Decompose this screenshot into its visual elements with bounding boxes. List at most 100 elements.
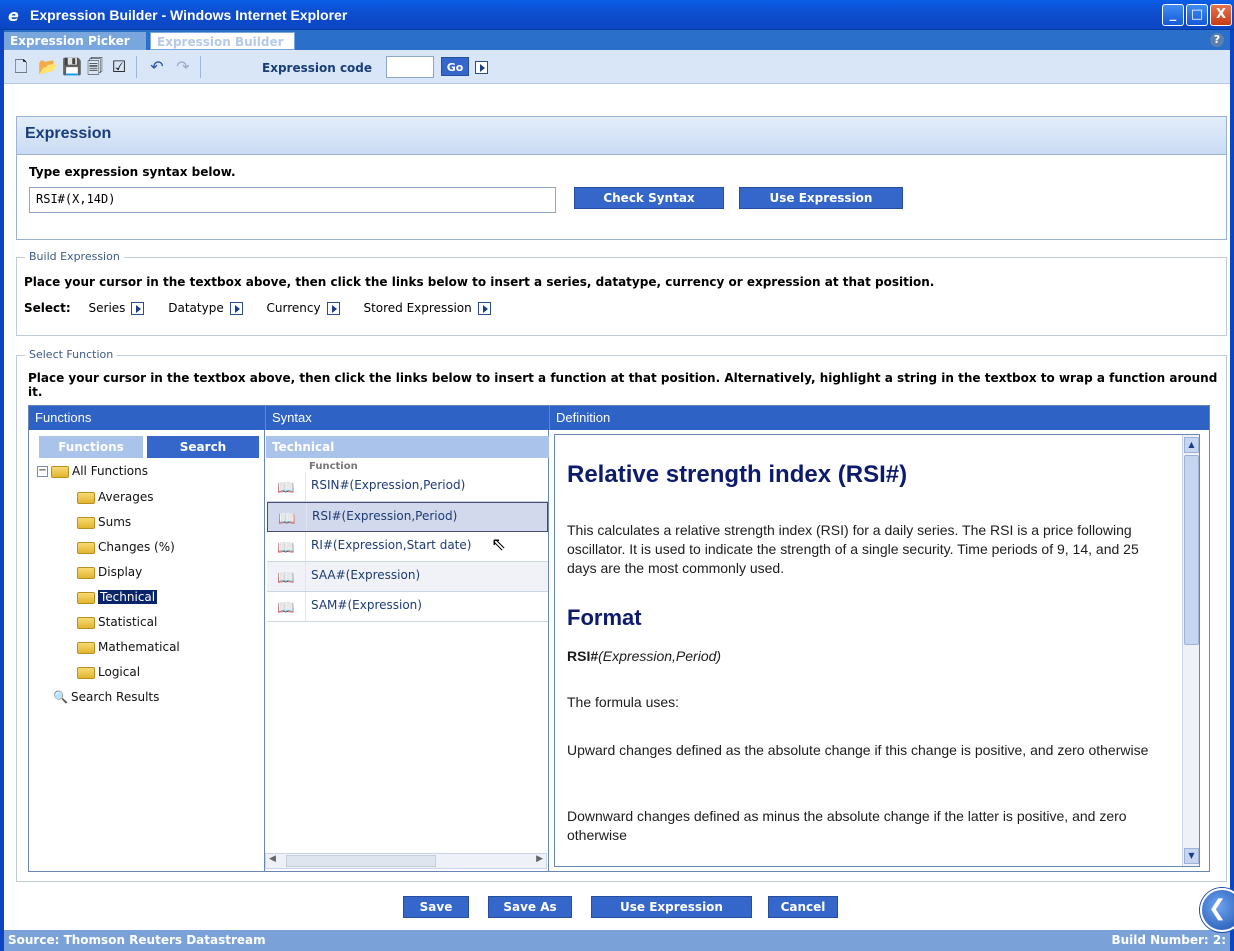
build-expression-legend: Build Expression (25, 250, 124, 263)
folder-icon (77, 491, 95, 504)
maximize-button[interactable]: □ (1186, 4, 1208, 26)
scroll-down-icon[interactable]: ▼ (1184, 848, 1199, 864)
expression-instruction: Type expression syntax below. (29, 165, 236, 179)
tree-item-statistical[interactable]: Statistical (77, 615, 157, 629)
go-arrow-icon[interactable] (475, 61, 488, 74)
tree-item-label: Mathematical (98, 640, 180, 654)
stored-expression-link[interactable]: Stored Expression (363, 301, 471, 315)
expression-header: Expression (17, 117, 1226, 155)
check-syntax-button[interactable]: Check Syntax (574, 187, 724, 209)
tree-item-sums[interactable]: Sums (77, 515, 131, 529)
new-document-icon[interactable]: 🗋 (12, 58, 30, 76)
tree-item-search-results[interactable]: 🔍 Search Results (53, 690, 159, 704)
scroll-left-icon[interactable]: ◀ (269, 854, 276, 864)
build-expression-fieldset: Build Expression (16, 250, 1227, 336)
tree-item-logical[interactable]: Logical (77, 665, 140, 679)
series-link[interactable]: Series (89, 301, 126, 315)
book-icon: 📖 (277, 600, 295, 616)
internet-explorer-icon: e (8, 6, 19, 25)
syntax-row[interactable]: 📖 RSIN#(Expression,Period) (267, 472, 548, 502)
collapse-icon[interactable]: − (37, 466, 48, 477)
toolbar-divider (200, 56, 201, 78)
tree-item-averages[interactable]: Averages (77, 490, 154, 504)
row-divider (305, 472, 306, 501)
syntax-horizontal-scrollbar[interactable]: ◀ ▶ (265, 853, 547, 869)
use-expression-top-button[interactable]: Use Expression (739, 187, 903, 209)
redo-icon[interactable]: ↷ (174, 58, 192, 76)
subtab-functions[interactable]: Functions (39, 436, 143, 458)
book-icon: 📖 (278, 511, 296, 527)
definition-column-header: Definition (549, 406, 1209, 430)
currency-arrow-icon[interactable] (326, 302, 340, 315)
save-as-button[interactable]: Save As (488, 896, 572, 918)
expression-input[interactable]: RSI#(X,14D) (29, 187, 556, 213)
syntax-row[interactable]: 📖 SAA#(Expression) (267, 562, 548, 592)
minimize-button[interactable]: _ (1162, 4, 1184, 26)
tree-item-label: Logical (98, 665, 141, 679)
definition-vertical-scrollbar[interactable]: ▲ ▼ (1182, 435, 1199, 866)
format-syntax: RSI#(Expression,Period) (567, 647, 1167, 666)
scroll-up-icon[interactable]: ▲ (1184, 437, 1199, 453)
tab-expression-picker[interactable]: Expression Picker (4, 32, 146, 50)
series-arrow-icon[interactable] (131, 302, 145, 315)
row-divider (305, 532, 306, 561)
help-icon[interactable]: ? (1210, 33, 1224, 47)
syntax-function-header: Function (309, 461, 358, 472)
tree-item-label: Display (98, 565, 143, 579)
cancel-button[interactable]: Cancel (768, 896, 838, 918)
datatype-arrow-icon[interactable] (229, 302, 243, 315)
toolbar: 🗋 📂 💾 🗐 ☑ ↶ ↷ Expression code Go (4, 50, 1230, 84)
row-divider (305, 592, 306, 621)
go-button[interactable]: Go (441, 57, 469, 76)
tree-root-all-functions[interactable]: − All Functions (37, 464, 148, 478)
scroll-thumb[interactable] (286, 855, 436, 867)
search-folder-icon: 🔍 (53, 690, 68, 704)
currency-link[interactable]: Currency (267, 301, 321, 315)
syntax-row[interactable]: 📖 SAM#(Expression) (267, 592, 548, 622)
tree-item-label: Statistical (98, 615, 158, 629)
datatype-link[interactable]: Datatype (168, 301, 223, 315)
downward-changes: Downward changes defined as minus the ab… (567, 808, 1127, 843)
source-text: Source: Thomson Reuters Datastream (8, 933, 266, 947)
syntax-row-label: RSIN#(Expression,Period) (311, 478, 466, 492)
book-icon: 📖 (277, 540, 295, 556)
tree-item-changes[interactable]: Changes (%) (77, 540, 175, 554)
close-button[interactable]: X (1210, 4, 1232, 26)
build-expression-instruction: Place your cursor in the textbox above, … (24, 275, 935, 289)
folder-icon (77, 516, 95, 529)
tree-item-label: Averages (98, 490, 154, 504)
functions-column-header: Functions (29, 406, 265, 430)
tree-item-technical[interactable]: Technical (77, 590, 158, 604)
use-expression-button[interactable]: Use Expression (591, 896, 752, 918)
scroll-thumb[interactable] (1184, 455, 1199, 645)
tree-item-mathematical[interactable]: Mathematical (77, 640, 180, 654)
scroll-right-icon[interactable]: ▶ (536, 854, 543, 864)
tree-item-label: Sums (98, 515, 132, 529)
save-as-icon[interactable]: 🗐 (86, 58, 104, 76)
book-icon: 📖 (277, 480, 295, 496)
tab-expression-builder[interactable]: Expression Builder (150, 32, 295, 50)
syntax-category-header: Technical (266, 436, 549, 458)
save-icon[interactable]: 💾 (62, 58, 82, 76)
save-button[interactable]: Save (403, 896, 469, 918)
open-folder-icon[interactable]: 📂 (38, 58, 58, 76)
folder-icon (77, 541, 95, 554)
expression-code-label: Expression code (262, 61, 373, 75)
tab-bar: Expression Picker Expression Builder ? (4, 30, 1230, 50)
tree-item-label: Changes (%) (98, 540, 175, 554)
row-divider (305, 562, 306, 591)
undo-icon[interactable]: ↶ (148, 58, 166, 76)
folder-open-icon (51, 465, 69, 478)
subtab-search[interactable]: Search (147, 436, 259, 458)
mouse-cursor-icon: ⇖ (491, 534, 507, 555)
tree-item-display[interactable]: Display (77, 565, 142, 579)
definition-title: Relative strength index (RSI#) (567, 461, 908, 488)
syntax-row-selected[interactable]: 📖 RSI#(Expression,Period) (267, 502, 548, 532)
folder-icon (77, 591, 95, 604)
stored-expression-arrow-icon[interactable] (477, 302, 491, 315)
format-heading: Format (567, 605, 642, 630)
syntax-row-label: RI#(Expression,Start date) (311, 538, 472, 552)
definition-description: This calculates a relative strength inde… (567, 522, 1139, 576)
check-icon[interactable]: ☑ (110, 58, 128, 76)
expression-code-input[interactable] (386, 56, 434, 78)
